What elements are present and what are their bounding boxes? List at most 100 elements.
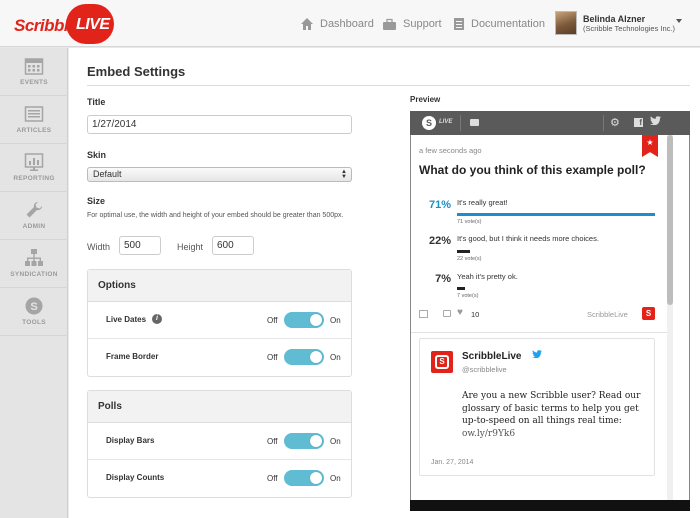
polls-panel-title: Polls — [88, 391, 351, 423]
tools-icon: S — [25, 297, 43, 315]
height-label: Height — [177, 242, 204, 252]
sidebar-item-articles[interactable]: ARTICLES — [0, 96, 68, 144]
avatar — [555, 11, 577, 35]
poll-question: What do you think of this example poll? — [419, 163, 646, 177]
frame-border-toggle[interactable] — [284, 349, 324, 365]
nav-support[interactable]: Support — [382, 15, 442, 33]
poll-answer-text: It's good, but I think it needs more cho… — [457, 234, 599, 243]
preview-scrollbar-thumb[interactable] — [667, 135, 673, 305]
poll-answer-percent: 7% — [435, 273, 451, 285]
sidebar: EVENTS ARTICLES REPORTING ADMIN SYNDICAT… — [0, 48, 68, 518]
preview-label: Preview — [410, 95, 441, 104]
facebook-icon[interactable]: f — [634, 118, 643, 127]
live-dates-label: Live Dates — [106, 315, 147, 324]
star-ribbon-icon[interactable]: ★ — [642, 135, 658, 157]
display-bars-off-label: Off — [267, 437, 278, 446]
poll-answer-votes: 22 vote(s) — [457, 256, 482, 262]
top-bar: Scribble LIVE Dashboard Support Document… — [0, 0, 700, 47]
chat-icon[interactable] — [470, 119, 479, 126]
display-bars-toggle[interactable] — [284, 433, 324, 449]
sidebar-item-tools[interactable]: S TOOLS — [0, 288, 68, 336]
home-icon — [301, 18, 313, 30]
user-menu-caret-icon[interactable] — [676, 19, 682, 23]
polls-panel: Polls Display Bars Off On Display Counts… — [87, 390, 352, 498]
size-hint: For optimal use, the width and height of… — [87, 212, 344, 219]
sidebar-label-admin: ADMIN — [22, 223, 46, 230]
sidebar-item-syndication[interactable]: SYNDICATION — [0, 240, 68, 288]
display-counts-on-label: On — [330, 474, 341, 483]
size-label: Size — [87, 196, 106, 206]
tweet-avatar[interactable]: S — [431, 351, 453, 373]
wrench-icon — [26, 201, 43, 218]
like-count: 10 — [471, 310, 480, 319]
height-input[interactable] — [212, 236, 254, 255]
select-arrows-icon: ▲ ▼ — [341, 169, 347, 180]
option-frame-border: Frame Border Off On — [88, 339, 351, 376]
display-counts-toggle[interactable] — [284, 470, 324, 486]
skin-select[interactable]: Default ▲ ▼ — [87, 167, 352, 182]
twitter-bird-icon — [532, 350, 542, 360]
comment-icon[interactable] — [443, 310, 451, 317]
sidebar-item-reporting[interactable]: REPORTING — [0, 144, 68, 192]
post-divider — [411, 332, 667, 333]
options-panel: Options Live Dates i Off On Frame Border… — [87, 269, 352, 377]
preview-bottom-bar — [410, 500, 690, 511]
title-label: Title — [87, 97, 106, 107]
sidebar-label-tools: TOOLS — [22, 319, 46, 326]
svg-text:S: S — [30, 301, 37, 313]
logo-badge: LIVE — [66, 4, 114, 44]
scribble-s-icon: S — [422, 116, 436, 130]
display-bars-on-label: On — [330, 437, 341, 446]
sidebar-item-admin[interactable]: ADMIN — [0, 192, 68, 240]
width-input[interactable] — [119, 236, 161, 255]
preview-feed: ★ a few seconds ago What do you think of… — [410, 135, 690, 500]
live-dates-toggle[interactable] — [284, 312, 324, 328]
post-timestamp: a few seconds ago — [419, 146, 482, 155]
reporting-icon — [24, 153, 44, 171]
sidebar-item-events[interactable]: EVENTS — [0, 48, 68, 96]
nav-support-label: Support — [403, 18, 442, 30]
post-actions: ♥ 10 ScribbleLive S — [419, 307, 659, 321]
display-bars-label: Display Bars — [106, 436, 155, 445]
poll-answer-votes: 71 vote(s) — [457, 219, 482, 225]
live-dates-on-label: On — [330, 316, 341, 325]
poll-answer-bar — [457, 213, 655, 216]
embed-preview: S LIVE ⚙ f ★ a few seconds ago What do y… — [410, 111, 690, 511]
tweet-author-name[interactable]: ScribbleLive — [462, 351, 521, 362]
heart-icon[interactable]: ♥ — [457, 307, 463, 318]
toolbar-divider — [460, 115, 461, 131]
main-content: Embed Settings Title Skin Default ▲▼ Siz… — [69, 48, 700, 518]
toggle-knob — [310, 472, 322, 484]
nav-documentation[interactable]: Documentation — [453, 15, 545, 33]
option-display-counts: Display Counts Off On — [88, 460, 351, 497]
title-divider — [87, 85, 690, 86]
page-title: Embed Settings — [87, 64, 186, 79]
document-icon — [454, 18, 464, 30]
sidebar-label-events: EVENTS — [20, 79, 48, 86]
poll-answer-text: Yeah it's pretty ok. — [457, 272, 518, 281]
option-live-dates: Live Dates i Off On — [88, 302, 351, 339]
poll-answer-bar — [457, 287, 465, 290]
display-counts-off-label: Off — [267, 474, 278, 483]
calendar-icon — [24, 58, 44, 75]
title-input[interactable] — [87, 115, 352, 134]
user-menu[interactable]: Belinda Alzner (Scribble Technologies In… — [555, 11, 675, 35]
tweet-handle[interactable]: @scribblelive — [462, 365, 507, 374]
gear-icon[interactable]: ⚙ — [610, 116, 620, 129]
twitter-icon[interactable] — [650, 116, 661, 128]
preview-toolbar: S LIVE ⚙ f — [410, 111, 690, 135]
info-icon[interactable]: i — [152, 314, 162, 324]
user-org: (Scribble Technologies Inc.) — [583, 23, 675, 33]
sidebar-label-reporting: REPORTING — [13, 175, 55, 182]
post-source: ScribbleLive — [587, 310, 628, 319]
share-icon[interactable] — [419, 310, 428, 318]
toolbar-divider — [603, 115, 604, 131]
nav-dashboard[interactable]: Dashboard — [300, 15, 374, 33]
frame-border-on-label: On — [330, 353, 341, 362]
tweet-link[interactable]: ow.ly/r9Yk6 — [462, 429, 515, 439]
nav-dashboard-label: Dashboard — [320, 18, 374, 30]
tweet-text: Are you a new Scribble user? Read our gl… — [462, 390, 652, 440]
live-dates-off-label: Off — [267, 316, 278, 325]
embedded-tweet: S ScribbleLive @scribblelive Are you a n… — [419, 338, 655, 476]
skin-label: Skin — [87, 150, 107, 160]
